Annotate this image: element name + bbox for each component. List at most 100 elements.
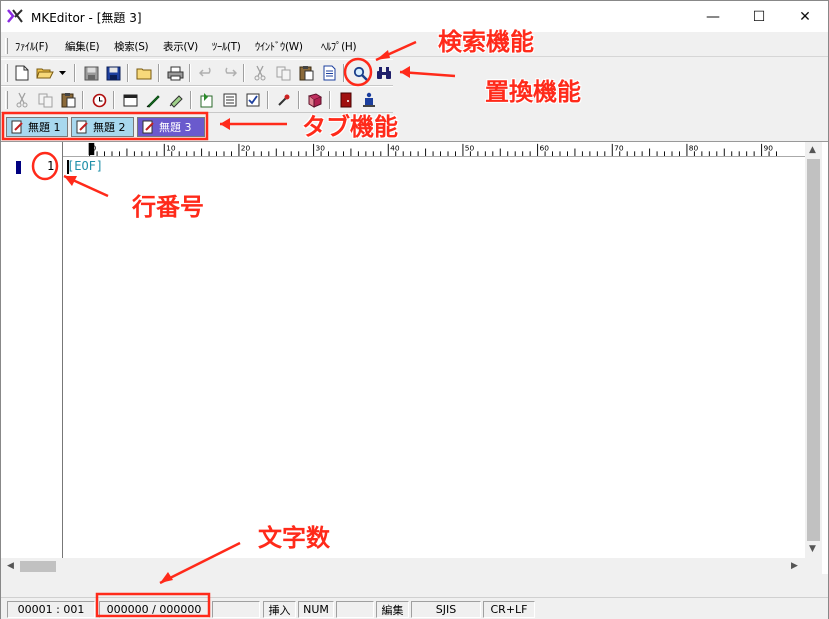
paste-button-2[interactable] xyxy=(57,89,79,111)
edit-state: 編集 xyxy=(376,601,409,618)
replace-annotation: 置換機能 xyxy=(485,78,581,106)
toolbar-separator xyxy=(343,64,345,82)
vertical-scrollbar[interactable]: ▲ ▼ xyxy=(805,142,822,558)
app-logo-icon xyxy=(7,9,23,23)
cut-button[interactable] xyxy=(249,62,271,84)
tab-untitled-1[interactable]: 無題 1 xyxy=(6,117,68,137)
link-button[interactable] xyxy=(273,89,295,111)
toolbar-separator xyxy=(158,64,160,82)
toolbar-grip xyxy=(5,64,8,82)
menu-file[interactable]: ﾌｧｲﾙ(F) xyxy=(15,39,48,54)
save-all-button[interactable] xyxy=(102,62,124,84)
date-time-button[interactable] xyxy=(88,89,110,111)
minimize-button[interactable]: — xyxy=(690,1,736,32)
open-recent-dropdown[interactable] xyxy=(55,62,69,84)
cursor-position: 00001 : 001 xyxy=(7,601,95,618)
scissors-icon xyxy=(16,92,28,108)
tab-label: 無題 1 xyxy=(28,121,61,134)
title-bar: MKEditor - [無題 3] — ☐ ✕ xyxy=(1,1,828,32)
menu-edit[interactable]: 編集(E) xyxy=(65,39,100,54)
list-button[interactable] xyxy=(219,89,241,111)
toolbar-grip xyxy=(5,91,8,109)
clock-icon xyxy=(92,93,106,107)
app-window: MKEditor - [無題 3] — ☐ ✕ ﾌｧｲﾙ(F) 編集(E) 検索… xyxy=(0,0,829,619)
ruler-label: 70 xyxy=(614,143,624,152)
print-button[interactable] xyxy=(164,62,186,84)
document-icon xyxy=(323,65,335,81)
ruler-label: 10 xyxy=(166,143,176,152)
toolbar-separator xyxy=(127,64,129,82)
numlock-indicator: NUM xyxy=(298,601,334,618)
gutter-divider xyxy=(62,142,63,558)
copy-icon xyxy=(38,93,52,107)
undo-button[interactable] xyxy=(195,62,217,84)
editor-area[interactable]: 0102030405060708090 1 [EOF] ▲ ▼ ◀ ▶ xyxy=(1,141,828,575)
book-icon xyxy=(307,92,323,108)
binoculars-icon xyxy=(377,67,391,79)
search-button[interactable] xyxy=(349,62,371,84)
document-edit-icon xyxy=(11,120,23,134)
horizontal-scrollbar[interactable]: ◀ ▶ xyxy=(1,558,822,575)
maximize-button[interactable]: ☐ xyxy=(736,1,782,32)
ruler-label: 40 xyxy=(390,143,400,152)
save-disk-icon xyxy=(84,66,98,80)
pen-icon xyxy=(146,94,160,108)
menu-window[interactable]: ｳｲﾝﾄﾞｳ(W) xyxy=(255,39,303,54)
tab-label: 無題 3 xyxy=(159,121,192,134)
ruler-label: 30 xyxy=(315,143,325,152)
line-ending-indicator: CR+LF xyxy=(483,601,535,618)
copy-button[interactable] xyxy=(272,62,294,84)
paste-button[interactable] xyxy=(295,62,317,84)
folder-button[interactable] xyxy=(133,62,155,84)
tab-untitled-2[interactable]: 無題 2 xyxy=(71,117,134,137)
character-count: 000000 / 000000 xyxy=(99,601,209,618)
insert-mode: 挿入 xyxy=(263,601,296,618)
new-file-icon xyxy=(15,65,29,81)
vertical-scroll-thumb[interactable] xyxy=(807,159,820,541)
line-number-annotation: 行番号 xyxy=(132,193,204,221)
scroll-right-icon[interactable]: ▶ xyxy=(791,561,798,571)
redo-button[interactable] xyxy=(218,62,240,84)
toolbar-separator xyxy=(243,64,245,82)
macro-button[interactable] xyxy=(196,89,218,111)
clipboard-icon xyxy=(299,66,313,81)
list-icon xyxy=(223,93,237,107)
column-ruler: 0102030405060708090 xyxy=(63,142,805,157)
document-button[interactable] xyxy=(318,62,340,84)
menu-search[interactable]: 検索(S) xyxy=(114,39,149,54)
encoding-indicator: SJIS xyxy=(411,601,481,618)
close-button[interactable]: ✕ xyxy=(782,1,828,32)
toolbar-separator xyxy=(74,64,76,82)
toolbar-separator xyxy=(267,91,269,109)
copy-button-2[interactable] xyxy=(34,89,56,111)
new-file-button[interactable] xyxy=(11,62,33,84)
scroll-up-icon[interactable]: ▲ xyxy=(809,145,816,155)
menubar-grip xyxy=(5,38,8,54)
checklist-button[interactable] xyxy=(242,89,264,111)
line-number: 1 xyxy=(47,159,55,173)
replace-button[interactable] xyxy=(373,62,395,84)
undo-icon xyxy=(198,67,211,77)
pin-icon xyxy=(278,94,290,106)
scroll-down-icon[interactable]: ▼ xyxy=(809,544,816,554)
horizontal-scroll-thumb[interactable] xyxy=(20,561,56,572)
cut-button-2[interactable] xyxy=(11,89,33,111)
document-edit-icon xyxy=(76,120,88,134)
toolbar-separator xyxy=(82,91,84,109)
window-title: MKEditor - [無題 3] xyxy=(31,11,142,25)
char-count-annotation: 文字数 xyxy=(258,524,330,552)
tab-untitled-3[interactable]: 無題 3 xyxy=(137,117,205,137)
menu-help[interactable]: ﾍﾙﾌﾟ(H) xyxy=(321,39,357,54)
pen-button[interactable] xyxy=(142,89,164,111)
folder-icon xyxy=(136,68,152,79)
menu-tools[interactable]: ﾂｰﾙ(T) xyxy=(212,39,241,54)
open-file-button[interactable] xyxy=(34,62,56,84)
highlight-button[interactable] xyxy=(165,89,187,111)
menu-view[interactable]: 表示(V) xyxy=(163,39,198,54)
clipboard-icon xyxy=(61,93,75,108)
scroll-left-icon[interactable]: ◀ xyxy=(7,561,14,571)
document-edit-icon xyxy=(142,120,154,134)
window-button[interactable] xyxy=(119,89,141,111)
save-button[interactable] xyxy=(80,62,102,84)
person-icon xyxy=(363,92,375,107)
